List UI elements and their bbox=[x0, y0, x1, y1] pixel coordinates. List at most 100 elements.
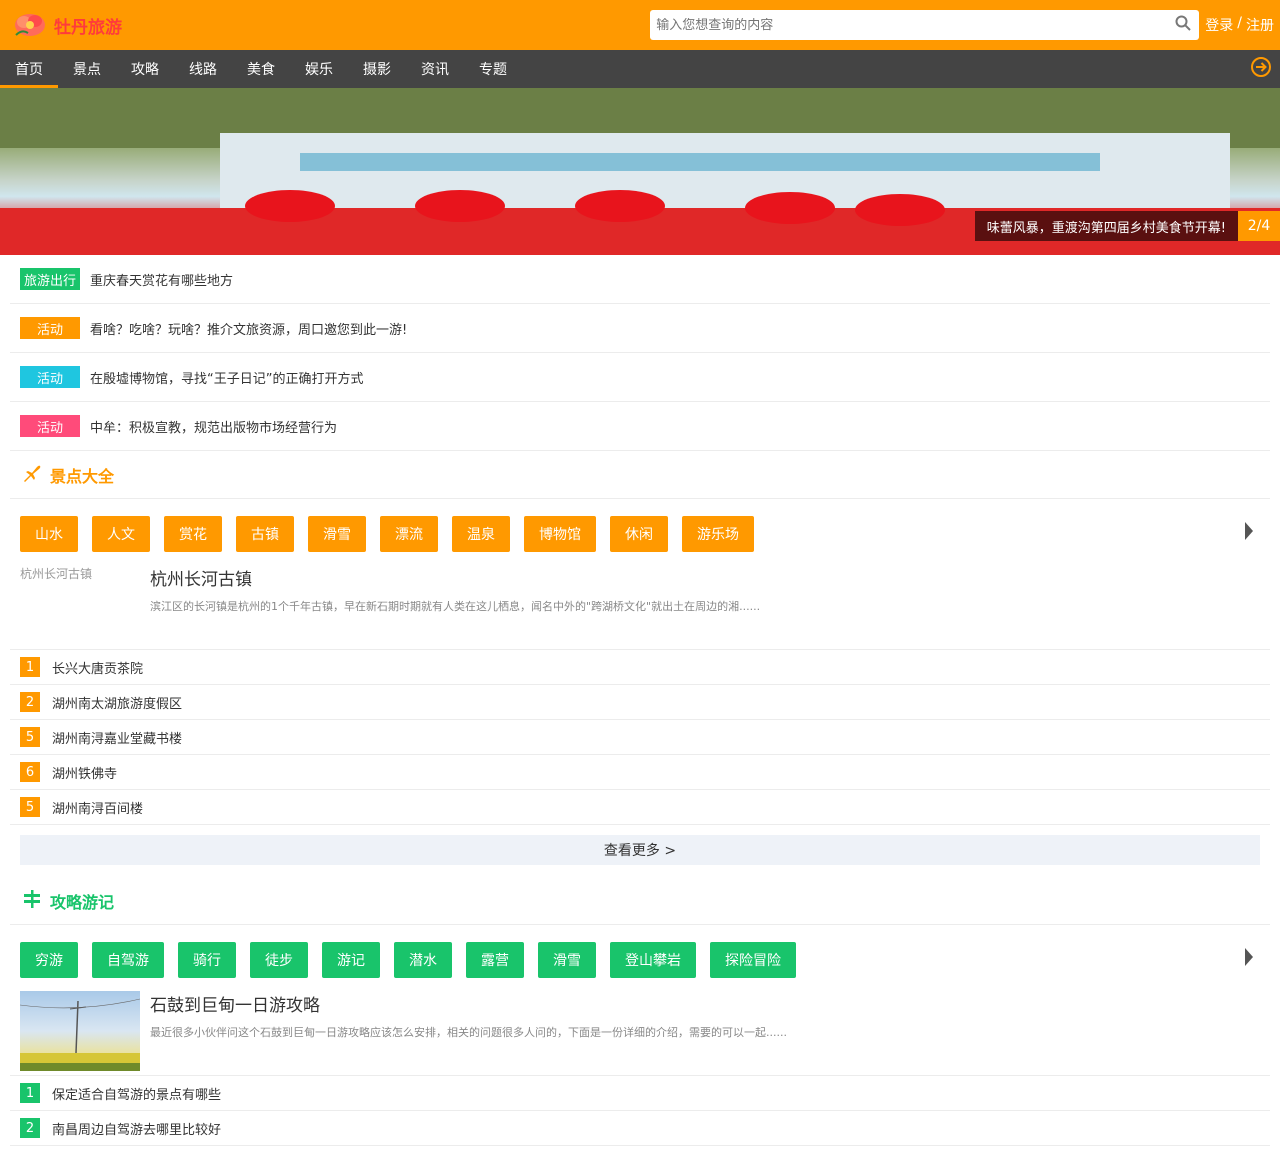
register-link[interactable]: 注册 bbox=[1246, 15, 1274, 35]
banner-caption[interactable]: 味蕾风暴，重渡沟第四届乡村美食节开幕! bbox=[974, 211, 1238, 241]
category-button[interactable]: 游记 bbox=[322, 942, 380, 978]
search-input[interactable] bbox=[656, 17, 1137, 33]
category-button[interactable]: 滑雪 bbox=[308, 516, 366, 552]
nav-item[interactable]: 景点 bbox=[58, 50, 116, 88]
scenic-feature-desc: 滨江区的长河镇是杭州的1个千年古镇，早在新石期时期就有人类在这儿栖息，闻名中外的… bbox=[150, 600, 761, 613]
news-tag[interactable]: 活动 bbox=[20, 366, 80, 388]
category-button[interactable]: 人文 bbox=[92, 516, 150, 552]
main-nav: 首页 景点 攻略 线路 美食 娱乐 摄影 资讯 专题 bbox=[0, 50, 1280, 88]
list-item-title[interactable]: 湖州铁佛寺 bbox=[52, 763, 117, 782]
list-item[interactable]: 5 湖州南浔百间楼 bbox=[10, 790, 1270, 825]
news-row[interactable]: 活动 中牟：积极宣教，规范出版物市场经营行为 bbox=[10, 402, 1270, 451]
scenic-feature-thumb[interactable]: 杭州长河古镇 bbox=[20, 565, 140, 645]
signpost-icon bbox=[22, 889, 42, 913]
list-item-title[interactable]: 保定适合自驾游的景点有哪些 bbox=[52, 1084, 221, 1103]
nav-item[interactable]: 专题 bbox=[464, 50, 522, 88]
news-title[interactable]: 看啥？吃啥？玩啥？推介文旅资源，周口邀您到此一游! bbox=[90, 319, 407, 338]
list-item[interactable]: 1 长兴大唐贡茶院 bbox=[10, 650, 1270, 685]
nav-item[interactable]: 摄影 bbox=[348, 50, 406, 88]
login-link[interactable]: 登录 bbox=[1205, 15, 1233, 35]
guide-section-header: 攻略游记 bbox=[10, 877, 1270, 925]
banner-slider[interactable]: 味蕾风暴，重渡沟第四届乡村美食节开幕! 2/4 bbox=[0, 88, 1280, 255]
scenic-rank-list: 1 长兴大唐贡茶院 2 湖州南太湖旅游度假区 5 湖州南浔嘉业堂藏书楼 6 湖州铁佛寺 5 湖州南… bbox=[10, 649, 1270, 825]
category-button[interactable]: 赏花 bbox=[164, 516, 222, 552]
logo-text: 牡丹旅游 bbox=[54, 17, 122, 38]
category-button[interactable]: 登山攀岩 bbox=[610, 942, 696, 978]
scenic-section-title[interactable]: 景点大全 bbox=[50, 463, 114, 487]
auth-separator: / bbox=[1237, 15, 1242, 31]
category-button[interactable]: 潜水 bbox=[394, 942, 452, 978]
scenic-categories: 山水 人文 赏花 古镇 滑雪 漂流 温泉 博物馆 休闲 游乐场 bbox=[0, 499, 1280, 557]
list-item[interactable]: 2 南昌周边自驾游去哪里比较好 bbox=[10, 1111, 1270, 1146]
list-item[interactable]: 1 保定适合自驾游的景点有哪些 bbox=[10, 1076, 1270, 1111]
scenic-section-header: 景点大全 bbox=[10, 451, 1270, 499]
nav-item[interactable]: 首页 bbox=[0, 50, 58, 88]
search-icon[interactable] bbox=[1175, 15, 1191, 35]
news-row[interactable]: 活动 在殷墟博物馆，寻找“王子日记”的正确打开方式 bbox=[10, 353, 1270, 402]
nav-item[interactable]: 线路 bbox=[174, 50, 232, 88]
category-button[interactable]: 露营 bbox=[466, 942, 524, 978]
category-button[interactable]: 古镇 bbox=[236, 516, 294, 552]
nav-item[interactable]: 美食 bbox=[232, 50, 290, 88]
category-button[interactable]: 温泉 bbox=[452, 516, 510, 552]
rank-number: 5 bbox=[20, 797, 40, 817]
next-arrow-icon[interactable] bbox=[1244, 947, 1254, 971]
category-button[interactable]: 徒步 bbox=[250, 942, 308, 978]
scenic-feature-title[interactable]: 杭州长河古镇 bbox=[150, 565, 760, 590]
nav-item[interactable]: 娱乐 bbox=[290, 50, 348, 88]
news-tag[interactable]: 活动 bbox=[20, 317, 80, 339]
search-area: 登录 / 注册 bbox=[650, 10, 1274, 40]
rank-number: 1 bbox=[20, 1083, 40, 1103]
news-title[interactable]: 中牟：积极宣教，规范出版物市场经营行为 bbox=[90, 417, 337, 436]
list-item-title[interactable]: 长兴大唐贡茶院 bbox=[52, 658, 143, 677]
arrow-circle-right-icon[interactable] bbox=[1250, 56, 1272, 82]
news-title[interactable]: 重庆春天赏花有哪些地方 bbox=[90, 270, 233, 289]
guide-feature-title[interactable]: 石鼓到巨甸一日游攻略 bbox=[150, 991, 787, 1016]
nav-item[interactable]: 资讯 bbox=[406, 50, 464, 88]
category-button[interactable]: 自驾游 bbox=[92, 942, 164, 978]
list-item-title[interactable]: 湖州南浔嘉业堂藏书楼 bbox=[52, 728, 182, 747]
news-tag[interactable]: 活动 bbox=[20, 415, 80, 437]
news-row[interactable]: 活动 看啥？吃啥？玩啥？推介文旅资源，周口邀您到此一游! bbox=[10, 304, 1270, 353]
list-item-title[interactable]: 湖州南太湖旅游度假区 bbox=[52, 693, 182, 712]
list-item-title[interactable]: 湖州南浔百间楼 bbox=[52, 798, 143, 817]
scenic-feature[interactable]: 杭州长河古镇 杭州长河古镇 滨江区的长河镇是杭州的1个千年古镇，早在新石期时期就… bbox=[0, 557, 1280, 649]
rank-number: 2 bbox=[20, 1118, 40, 1138]
category-button[interactable]: 漂流 bbox=[380, 516, 438, 552]
guide-feature-desc: 最近很多小伙伴问这个石鼓到巨甸一日游攻略应该怎么安排，相关的问题很多人问的，下面… bbox=[150, 1026, 787, 1039]
category-button[interactable]: 博物馆 bbox=[524, 516, 596, 552]
guide-categories: 穷游 自驾游 骑行 徒步 游记 潜水 露营 滑雪 登山攀岩 探险冒险 bbox=[0, 925, 1280, 983]
auth-links: 登录 / 注册 bbox=[1205, 15, 1274, 35]
category-button[interactable]: 骑行 bbox=[178, 942, 236, 978]
nav-item[interactable]: 攻略 bbox=[116, 50, 174, 88]
category-button[interactable]: 探险冒险 bbox=[710, 942, 796, 978]
rank-number: 1 bbox=[20, 657, 40, 677]
news-row[interactable]: 旅游出行 重庆春天赏花有哪些地方 bbox=[10, 255, 1270, 304]
header: 牡丹旅游 登录 / 注册 bbox=[0, 0, 1280, 50]
peony-logo-icon bbox=[10, 9, 50, 41]
guide-rank-list: 1 保定适合自驾游的景点有哪些 2 南昌周边自驾游去哪里比较好 bbox=[10, 1075, 1270, 1146]
category-button[interactable]: 滑雪 bbox=[538, 942, 596, 978]
banner-counter: 2/4 bbox=[1238, 211, 1280, 241]
category-button[interactable]: 休闲 bbox=[610, 516, 668, 552]
guide-section-title[interactable]: 攻略游记 bbox=[50, 889, 114, 913]
rank-number: 2 bbox=[20, 692, 40, 712]
news-title[interactable]: 在殷墟博物馆，寻找“王子日记”的正确打开方式 bbox=[90, 368, 363, 387]
category-button[interactable]: 山水 bbox=[20, 516, 78, 552]
guide-feature[interactable]: 石鼓到巨甸一日游攻略 最近很多小伙伴问这个石鼓到巨甸一日游攻略应该怎么安排，相关… bbox=[0, 983, 1280, 1075]
landscape-photo-icon bbox=[19, 998, 141, 1071]
news-list: 旅游出行 重庆春天赏花有哪些地方 活动 看啥？吃啥？玩啥？推介文旅资源，周口邀您到此一… bbox=[0, 255, 1280, 451]
list-item[interactable]: 6 湖州铁佛寺 bbox=[10, 755, 1270, 790]
list-item-title[interactable]: 南昌周边自驾游去哪里比较好 bbox=[52, 1119, 221, 1138]
view-more-button[interactable]: 查看更多 > bbox=[20, 835, 1260, 865]
guide-feature-image[interactable] bbox=[19, 991, 141, 1071]
list-item[interactable]: 2 湖州南太湖旅游度假区 bbox=[10, 685, 1270, 720]
search-box bbox=[650, 10, 1200, 40]
list-item[interactable]: 5 湖州南浔嘉业堂藏书楼 bbox=[10, 720, 1270, 755]
category-button[interactable]: 穷游 bbox=[20, 942, 78, 978]
rank-number: 5 bbox=[20, 727, 40, 747]
logo[interactable]: 牡丹旅游 bbox=[10, 9, 122, 41]
next-arrow-icon[interactable] bbox=[1244, 521, 1254, 545]
category-button[interactable]: 游乐场 bbox=[682, 516, 754, 552]
news-tag[interactable]: 旅游出行 bbox=[20, 268, 80, 290]
